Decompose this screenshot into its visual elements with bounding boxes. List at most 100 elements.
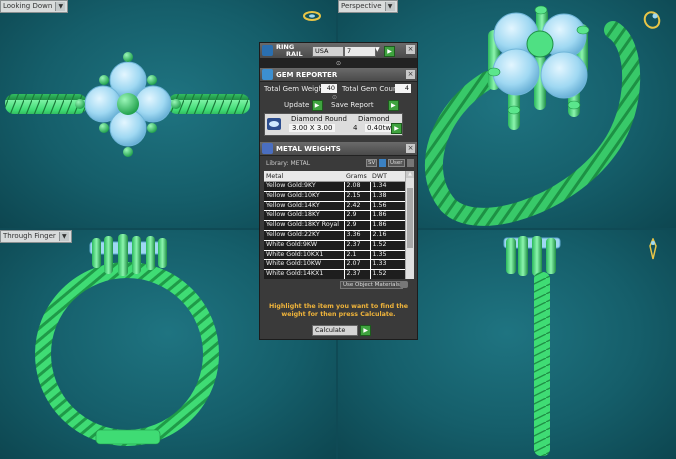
use-object-materials-button[interactable]: Use Object Materials	[340, 281, 403, 289]
toggle-icon[interactable]	[400, 281, 408, 288]
column-header-dwt[interactable]: DWT	[370, 171, 406, 182]
viewport-view-selector[interactable]: Through Finger ▼	[0, 230, 72, 243]
sv-library-button[interactable]: SV	[366, 159, 378, 167]
grams-cell: 2.08	[343, 181, 370, 192]
close-icon[interactable]: ×	[406, 45, 415, 54]
metal-name-cell: Yellow Gold:9KY	[264, 181, 344, 192]
viewport-label: Through Finger	[3, 232, 56, 240]
gem-count: 4	[353, 124, 358, 132]
metal-name-cell: Yellow Gold:10KY	[264, 191, 344, 202]
column-header-grams[interactable]: Grams	[344, 171, 370, 182]
ring-orientation-icon[interactable]	[642, 10, 662, 30]
table-row[interactable]: White Gold:14KX1 2.37 1.52	[264, 269, 406, 279]
jewelry-tools-panel: RING RAIL USA 7 ▼ ▶ × ⊙ GEM REPORTER × T…	[259, 42, 418, 340]
diamond-icon	[267, 118, 281, 130]
grams-cell: 2.37	[343, 240, 370, 251]
update-label: Update	[284, 101, 310, 109]
viewport-label: Perspective	[341, 2, 382, 10]
table-row[interactable]: Yellow Gold:9KY 2.08 1.34	[264, 181, 406, 192]
scroll-thumb[interactable]	[407, 188, 413, 248]
table-row[interactable]: Yellow Gold:18KY Royal 2.9 1.86	[264, 220, 406, 231]
table-row[interactable]: Yellow Gold:18KY 2.9 1.86	[264, 210, 406, 222]
ring-rail-title-2: RAIL	[286, 49, 303, 58]
metal-name-cell: Yellow Gold:18KY Royal	[264, 220, 344, 231]
dwt-cell: 1.86	[369, 220, 406, 231]
calculate-go-icon[interactable]: ▶	[360, 325, 372, 336]
update-go-icon[interactable]: ▶	[311, 100, 323, 111]
metal-name-cell: Yellow Gold:18KY	[264, 210, 344, 222]
chevron-down-icon[interactable]: ▼	[55, 2, 66, 11]
dwt-cell: 2.16	[369, 230, 406, 241]
metal-weights-header: METAL WEIGHTS ×	[260, 142, 417, 156]
viewport-view-selector[interactable]: Looking Down ▼	[0, 0, 69, 13]
save-report-button[interactable]: Save Report ▶	[331, 100, 399, 111]
metal-name-cell: Yellow Gold:14KY	[264, 201, 344, 212]
gem-weight: 0.40tw	[365, 124, 394, 132]
grams-cell: 2.1	[343, 250, 370, 261]
info-icon[interactable]	[379, 159, 386, 167]
viewport-view-selector[interactable]: Perspective ▼	[338, 0, 398, 13]
chevron-down-icon[interactable]: ▼	[58, 232, 69, 241]
chevron-down-icon[interactable]: ▼	[384, 2, 395, 11]
table-scrollbar[interactable]: ▲	[405, 171, 414, 279]
close-icon[interactable]: ×	[406, 70, 415, 79]
metal-weights-title: METAL WEIGHTS	[276, 144, 341, 153]
grams-cell: 2.9	[343, 210, 370, 222]
metal-name-cell: White Gold:14KX1	[264, 269, 344, 279]
dwt-cell: 1.52	[369, 269, 406, 279]
table-row[interactable]: Yellow Gold:10KY 2.15 1.38	[264, 191, 406, 202]
grams-cell: 3.36	[343, 230, 370, 241]
ring-rail-header: RING RAIL USA 7 ▼ ▶ ×	[260, 43, 417, 59]
gem-material: Diamond	[358, 115, 390, 123]
metal-name-cell: White Gold:9KW	[264, 240, 344, 251]
save-report-label: Save Report	[331, 101, 374, 109]
total-gem-count-label: Total Gem Count	[342, 85, 401, 93]
grams-cell: 2.07	[343, 259, 370, 271]
calculate-button[interactable]: Calculate ▶	[312, 325, 372, 336]
total-gem-count-value: 4	[395, 84, 411, 93]
pendant-orientation-icon[interactable]	[648, 238, 658, 260]
gem-list-row[interactable]: Diamond Round 3.00 X 3.00 Diamond 4 0.40…	[264, 113, 403, 136]
update-button[interactable]: Update ▶	[284, 100, 323, 111]
dwt-cell: 1.33	[369, 259, 406, 271]
chevron-down-icon[interactable]: ▼	[375, 46, 380, 53]
collapse-toggle[interactable]: ⊙	[260, 59, 417, 68]
metal-name-cell: Yellow Gold:22KY	[264, 230, 344, 241]
dwt-cell: 1.38	[369, 191, 406, 202]
gem-go-icon[interactable]: ▶	[391, 123, 402, 134]
ring-size-select[interactable]: 7	[344, 46, 376, 57]
gem-shape: Diamond Round	[291, 115, 347, 123]
scroll-up-icon[interactable]: ▲	[406, 171, 414, 178]
library-menu-icon[interactable]	[407, 159, 414, 167]
user-library-button[interactable]: User	[388, 159, 405, 167]
gem-reporter-header: GEM REPORTER ×	[260, 68, 417, 82]
metal-name-cell: White Gold:10KW	[264, 259, 344, 271]
table-row[interactable]: White Gold:10KX1 2.1 1.35	[264, 250, 406, 261]
save-report-go-icon[interactable]: ▶	[387, 100, 399, 111]
ring-rail-icon	[262, 45, 273, 56]
country-select[interactable]: USA	[312, 46, 344, 57]
calculate-label: Calculate	[312, 325, 358, 336]
gem-reporter-title: GEM REPORTER	[276, 70, 338, 79]
table-row[interactable]: White Gold:9KW 2.37 1.52	[264, 240, 406, 251]
ring-orientation-icon[interactable]	[302, 10, 322, 22]
dwt-cell: 1.86	[369, 210, 406, 222]
dwt-cell: 1.35	[369, 250, 406, 261]
close-icon[interactable]: ×	[406, 144, 415, 153]
viewport-label: Looking Down	[3, 2, 53, 10]
metal-table-container: Metal Grams DWT Yellow Gold:9KY 2.08 1.34 Y…	[264, 171, 414, 279]
table-row[interactable]: White Gold:10KW 2.07 1.33	[264, 259, 406, 271]
gem-reporter-body: Total Gem Weight 40 Total Gem Count 4 ⊙ …	[260, 82, 417, 139]
metal-table: Metal Grams DWT Yellow Gold:9KY 2.08 1.34 Y…	[264, 171, 406, 279]
column-header-metal[interactable]: Metal	[264, 171, 344, 182]
total-gem-weight-value: 40	[321, 84, 337, 93]
grams-cell: 2.15	[343, 191, 370, 202]
metal-weights-body: Library: METAL SV User Metal Grams DWT Y…	[260, 156, 417, 306]
instruction-text: Highlight the item you want to find the …	[268, 303, 409, 318]
grams-cell: 2.9	[343, 220, 370, 231]
total-gem-weight-label: Total Gem Weight	[264, 85, 326, 93]
dwt-cell: 1.52	[369, 240, 406, 251]
table-row[interactable]: Yellow Gold:22KY 3.36 2.16	[264, 230, 406, 241]
table-row[interactable]: Yellow Gold:14KY 2.42 1.56	[264, 201, 406, 212]
apply-size-button[interactable]: ▶	[384, 46, 395, 57]
